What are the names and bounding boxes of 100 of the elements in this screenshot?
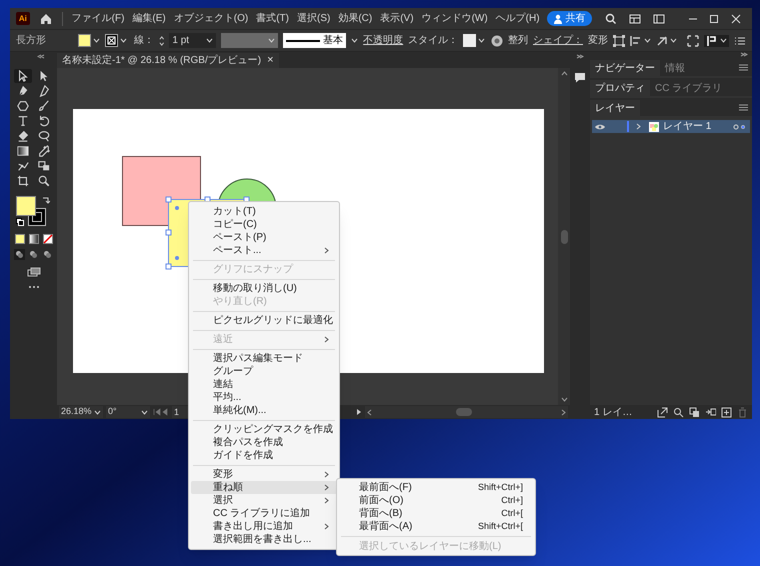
draw-mode-button[interactable]: [42, 249, 53, 260]
menu-item[interactable]: ガイドを作成: [191, 449, 337, 462]
draw-mode-button[interactable]: [28, 249, 39, 260]
new-sublayer-icon: [705, 406, 716, 418]
menu-item[interactable]: 効果(C): [335, 11, 376, 26]
menu-item[interactable]: 平均...: [191, 391, 337, 404]
panel-tab[interactable]: CC ライブラリ: [650, 80, 728, 96]
scroll-left-icon: [367, 408, 372, 416]
menu-item[interactable]: 書き出し用に追加: [191, 520, 337, 533]
type-icon: [17, 115, 29, 127]
panel-tab[interactable]: 情報: [660, 60, 690, 76]
arrange-panels-button[interactable]: [687, 34, 699, 46]
menu-item[interactable]: 最前面へ(F) Shift+Ctrl+]: [337, 481, 535, 494]
panel-menu-button[interactable]: [739, 104, 748, 110]
stroke-weight-field[interactable]: 1 pt: [169, 33, 216, 48]
stroke-dropdown[interactable]: [104, 34, 127, 47]
shortcut-text: Shift+Ctrl+[: [478, 520, 523, 533]
zoom-field[interactable]: 26.18%: [59, 406, 103, 418]
align-icon-button[interactable]: [630, 34, 651, 46]
menu-item[interactable]: CC ライブラリに追加: [191, 507, 337, 520]
maximize-icon: [708, 12, 720, 24]
menu-item[interactable]: 編集(E): [129, 11, 169, 26]
swap-button[interactable]: [42, 196, 50, 204]
draw-mode-button[interactable]: [14, 249, 25, 260]
menu-item[interactable]: オブジェクト(O): [170, 11, 252, 26]
menu-item[interactable]: 表示(V): [377, 11, 417, 26]
menu-item[interactable]: ペースト(P): [191, 231, 337, 244]
menu-item[interactable]: 選択(S): [294, 11, 334, 26]
recolor-button[interactable]: [490, 34, 503, 48]
panel-menu-button[interactable]: [739, 64, 748, 70]
stepper-icon: [158, 34, 164, 46]
transform-icon-button[interactable]: [613, 34, 625, 46]
color-wheel-icon: [490, 34, 503, 46]
menu-item[interactable]: 重ね順: [191, 481, 337, 494]
screen-mode-button[interactable]: [26, 267, 40, 277]
align-button[interactable]: 整列: [508, 33, 528, 48]
fill-dropdown[interactable]: [78, 34, 100, 47]
menu-item[interactable]: ファイル(F): [68, 11, 128, 26]
trash-button[interactable]: [737, 406, 748, 418]
document-tab[interactable]: 名称未設定-1* @ 26.18 % (RGB/プレビュー) ×: [57, 53, 279, 68]
layer-row[interactable]: レイヤー 1: [592, 120, 750, 133]
new-layer-button[interactable]: [721, 406, 732, 418]
transform-button[interactable]: 変形: [588, 33, 608, 48]
menu-item[interactable]: 最背面へ(A) Shift+Ctrl+[: [337, 520, 535, 533]
target-icon: [733, 124, 747, 130]
share-button[interactable]: 共有: [546, 11, 592, 26]
vertical-scrollbar[interactable]: [558, 68, 570, 405]
menu-item[interactable]: カット(T): [191, 205, 337, 218]
menu-item[interactable]: ヘルプ(H): [492, 11, 543, 26]
shape-link[interactable]: シェイプ：: [533, 33, 583, 48]
scroll-down-icon: [560, 397, 568, 402]
menu-item[interactable]: 複合パスを作成: [191, 436, 337, 449]
new-sublayer-button[interactable]: [705, 406, 716, 418]
menu-item[interactable]: 連結: [191, 378, 337, 391]
bounding-box-icon: [613, 34, 625, 46]
close-icon: [730, 12, 742, 24]
solid-arrow-icon: [38, 70, 50, 82]
menu-item[interactable]: クリッピングマスクを作成: [191, 423, 337, 436]
menu-item[interactable]: コピー(C): [191, 218, 337, 231]
brush-dropdown[interactable]: 基本: [283, 33, 346, 48]
scroll-thumb[interactable]: [560, 230, 568, 244]
default-colors-button[interactable]: [16, 218, 24, 226]
menu-item[interactable]: 移動の取り消し(U): [191, 282, 337, 295]
gradient-mode-button[interactable]: [28, 234, 38, 244]
caret-icon: [670, 38, 677, 43]
style-dropdown[interactable]: [463, 34, 486, 47]
menu-item[interactable]: 選択範囲を書き出し...: [191, 533, 337, 546]
tab-close-button[interactable]: ×: [267, 55, 274, 66]
panel-tab[interactable]: ナビゲーター: [590, 60, 660, 76]
menu-item[interactable]: グループ: [191, 365, 337, 378]
menu-item[interactable]: 選択パス編集モード: [191, 352, 337, 365]
trash-icon: [737, 406, 748, 418]
opacity-link[interactable]: 不透明度: [363, 33, 404, 48]
panel-tab[interactable]: プロパティ: [590, 80, 650, 96]
menu-item[interactable]: ピクセルグリッドに最適化: [191, 314, 337, 327]
menu-item[interactable]: 選択: [191, 494, 337, 507]
menu-item[interactable]: 書式(T): [253, 11, 292, 26]
menu-item[interactable]: ウィンドウ(W): [418, 11, 491, 26]
horizontal-scrollbar[interactable]: [365, 406, 568, 418]
none-mode-button[interactable]: [42, 234, 52, 244]
export-button[interactable]: [657, 406, 668, 418]
search-button[interactable]: [673, 406, 684, 418]
options-button[interactable]: [734, 34, 746, 46]
menu-item[interactable]: ペースト...: [191, 244, 337, 257]
app-logo: Ai: [16, 12, 30, 25]
caret-icon: [720, 38, 727, 43]
export-icon: [657, 406, 668, 418]
panel-tab[interactable]: レイヤー: [590, 100, 640, 116]
fill-color-swatch[interactable]: [16, 196, 36, 216]
menu-item[interactable]: 背面へ(B) Ctrl+[: [337, 507, 535, 520]
tool-button[interactable]: [14, 69, 32, 83]
color-mode-button[interactable]: [14, 234, 24, 244]
clipping-mask-button[interactable]: [689, 406, 700, 418]
layer-count: 1 レイ…: [594, 406, 632, 420]
scroll-thumb[interactable]: [456, 408, 472, 416]
quick-actions-button[interactable]: [704, 34, 729, 46]
rotation-field[interactable]: 0°: [106, 406, 150, 418]
more-tools-button[interactable]: [28, 285, 40, 289]
menu-item[interactable]: 前面へ(O) Ctrl+]: [337, 494, 535, 507]
menu-item[interactable]: 変形: [191, 468, 337, 481]
